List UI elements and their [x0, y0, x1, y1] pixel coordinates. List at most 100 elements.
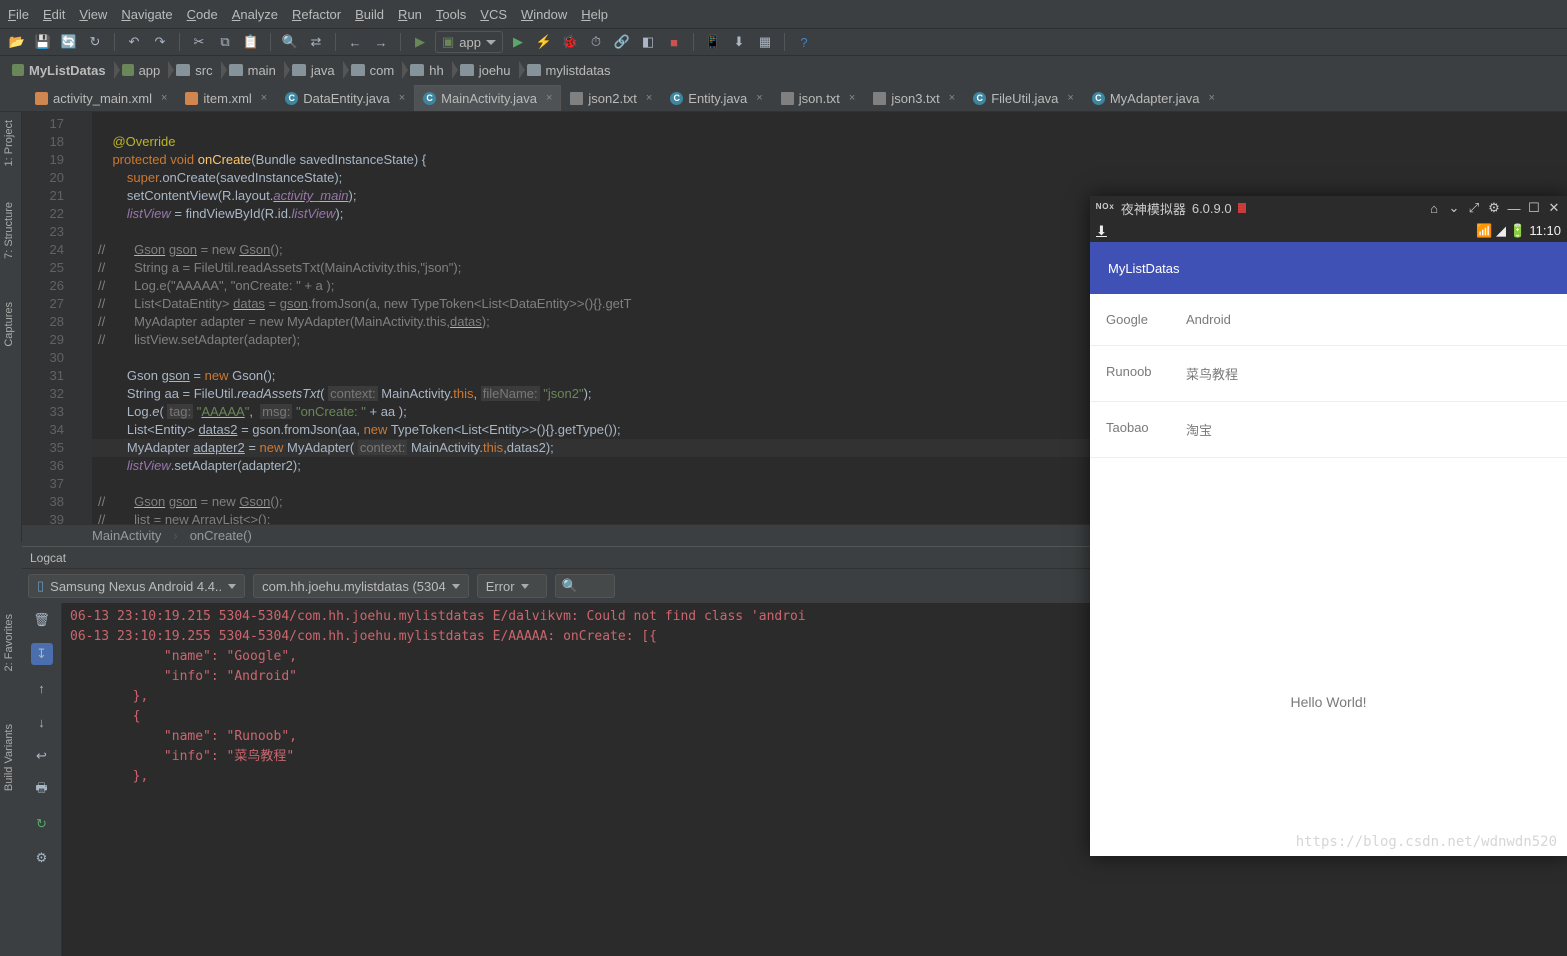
crumb-com[interactable]: com: [345, 59, 405, 81]
restart-icon[interactable]: ↻: [31, 813, 53, 835]
list-item[interactable]: Runoob菜鸟教程: [1090, 346, 1567, 402]
menu-build[interactable]: Build: [355, 7, 384, 22]
crumb-mylistdatas[interactable]: mylistdatas: [521, 59, 621, 81]
process-selector[interactable]: com.hh.joehu.mylistdatas (5304: [253, 574, 469, 598]
tab-entity-java[interactable]: CEntity.java×: [661, 85, 771, 111]
trash-icon[interactable]: 🗑: [31, 609, 53, 631]
minimize-icon[interactable]: —: [1507, 201, 1521, 215]
close-tab-icon[interactable]: ×: [1067, 92, 1073, 104]
tab-dataentity-java[interactable]: CDataEntity.java×: [276, 85, 414, 111]
tab-json-txt[interactable]: json.txt×: [772, 85, 865, 111]
save-icon[interactable]: 💾: [32, 31, 54, 53]
close-tab-icon[interactable]: ×: [1208, 92, 1214, 104]
close-tab-icon[interactable]: ×: [756, 92, 762, 104]
tab-activity_main-xml[interactable]: activity_main.xml×: [26, 85, 176, 111]
battery-icon: 🔋: [1510, 223, 1526, 238]
chevron-down-icon[interactable]: ⌄: [1447, 201, 1461, 215]
menu-view[interactable]: View: [79, 7, 107, 22]
run-icon[interactable]: ▶: [507, 31, 529, 53]
list-item[interactable]: GoogleAndroid: [1090, 294, 1567, 346]
tab-structure[interactable]: 7: Structure: [3, 202, 15, 259]
scroll-icon[interactable]: ↧: [31, 643, 53, 665]
menu-tools[interactable]: Tools: [436, 7, 466, 22]
menu-vcs[interactable]: VCS: [480, 7, 507, 22]
close-tab-icon[interactable]: ×: [399, 92, 405, 104]
tab-favorites[interactable]: 2: Favorites: [3, 614, 15, 671]
gear-icon[interactable]: ⚙: [1487, 201, 1501, 215]
list-item[interactable]: Taobao淘宝: [1090, 402, 1567, 458]
crumb-src[interactable]: src: [170, 59, 222, 81]
tab-myadapter-java[interactable]: CMyAdapter.java×: [1083, 85, 1224, 111]
crumb-class[interactable]: MainActivity: [92, 528, 161, 543]
menu-edit[interactable]: Edit: [43, 7, 65, 22]
back-icon[interactable]: ←: [344, 31, 366, 53]
undo-icon[interactable]: ↶: [123, 31, 145, 53]
app-list[interactable]: GoogleAndroidRunoob菜鸟教程Taobao淘宝: [1090, 294, 1567, 458]
help-icon[interactable]: ?: [793, 31, 815, 53]
paste-icon[interactable]: 📋: [240, 31, 262, 53]
settings-icon[interactable]: ⚙: [31, 847, 53, 869]
print-icon[interactable]: 🖶: [31, 779, 53, 801]
layout-icon[interactable]: ▦: [754, 31, 776, 53]
menu-analyze[interactable]: Analyze: [232, 7, 278, 22]
crumb-joehu[interactable]: joehu: [454, 59, 521, 81]
forward-icon[interactable]: →: [370, 31, 392, 53]
profile-icon[interactable]: ⏱: [585, 31, 607, 53]
maximize-icon[interactable]: ☐: [1527, 201, 1541, 215]
crumb-method[interactable]: onCreate(): [190, 528, 252, 543]
run-config-selector[interactable]: ▣ app: [435, 31, 503, 53]
tab-json3-txt[interactable]: json3.txt×: [864, 85, 964, 111]
tab-build-variants[interactable]: Build Variants: [3, 724, 15, 791]
refresh-icon[interactable]: ↻: [84, 31, 106, 53]
attach-icon[interactable]: 🔗: [611, 31, 633, 53]
close-tab-icon[interactable]: ×: [261, 92, 267, 104]
menu-window[interactable]: Window: [521, 7, 567, 22]
avd-icon[interactable]: 📱: [702, 31, 724, 53]
close-tab-icon[interactable]: ×: [949, 92, 955, 104]
tab-item-xml[interactable]: item.xml×: [176, 85, 276, 111]
crumb-app[interactable]: app: [116, 59, 171, 81]
replace-icon[interactable]: ⇄: [305, 31, 327, 53]
menu-code[interactable]: Code: [187, 7, 218, 22]
menu-file[interactable]: File: [8, 7, 29, 22]
menu-navigate[interactable]: Navigate: [121, 7, 172, 22]
fullscreen-icon[interactable]: ⤢: [1467, 201, 1481, 215]
flash-icon[interactable]: ⚡: [533, 31, 555, 53]
coverage-icon[interactable]: ◧: [637, 31, 659, 53]
copy-icon[interactable]: ⧉: [214, 31, 236, 53]
stop-icon[interactable]: ■: [663, 31, 685, 53]
up-icon[interactable]: ↑: [31, 677, 53, 699]
tab-mainactivity-java[interactable]: CMainActivity.java×: [414, 85, 561, 111]
tab-captures[interactable]: Captures: [3, 302, 15, 347]
close-tab-icon[interactable]: ×: [546, 92, 552, 104]
close-tab-icon[interactable]: ×: [849, 92, 855, 104]
redo-icon[interactable]: ↷: [149, 31, 171, 53]
tab-json2-txt[interactable]: json2.txt×: [561, 85, 661, 111]
find-icon[interactable]: 🔍: [279, 31, 301, 53]
build-icon[interactable]: ▶: [409, 31, 431, 53]
tab-project[interactable]: 1: Project: [3, 120, 15, 166]
down-icon[interactable]: ↓: [31, 711, 53, 733]
crumb-main[interactable]: main: [223, 59, 286, 81]
sync-icon[interactable]: 🔄: [58, 31, 80, 53]
emulator-titlebar[interactable]: ᴺᴼˣ 夜神模拟器 6.0.9.0 ⌂ ⌄ ⤢ ⚙ — ☐ ✕: [1090, 196, 1567, 220]
cut-icon[interactable]: ✂: [188, 31, 210, 53]
tab-fileutil-java[interactable]: CFileUtil.java×: [964, 85, 1083, 111]
menu-refactor[interactable]: Refactor: [292, 7, 341, 22]
menu-help[interactable]: Help: [581, 7, 608, 22]
level-selector[interactable]: Error: [477, 574, 547, 598]
menu-run[interactable]: Run: [398, 7, 422, 22]
debug-icon[interactable]: 🐞: [559, 31, 581, 53]
close-tab-icon[interactable]: ×: [646, 92, 652, 104]
log-search[interactable]: 🔍: [555, 574, 615, 598]
close-icon[interactable]: ✕: [1547, 201, 1561, 215]
home-icon[interactable]: ⌂: [1427, 201, 1441, 215]
crumb-java[interactable]: java: [286, 59, 345, 81]
sdk-icon[interactable]: ⬇: [728, 31, 750, 53]
wrap-icon[interactable]: ↩: [31, 745, 53, 767]
device-selector[interactable]: ▯ Samsung Nexus Android 4.4..: [28, 574, 245, 598]
open-icon[interactable]: 📂: [6, 31, 28, 53]
crumb-mylistdatas[interactable]: MyListDatas: [6, 59, 116, 81]
crumb-hh[interactable]: hh: [404, 59, 453, 81]
close-tab-icon[interactable]: ×: [161, 92, 167, 104]
